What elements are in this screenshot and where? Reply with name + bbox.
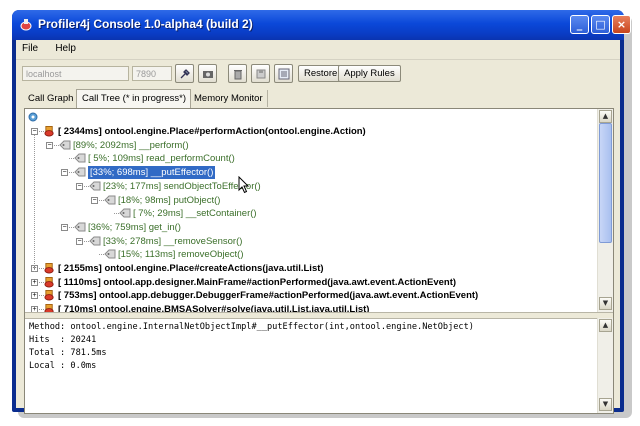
tree-row[interactable]: [33%; 278ms] __removeSensor() [103,235,242,248]
refresh-icon[interactable] [28,112,38,122]
scroll-up-icon[interactable]: ▲ [599,110,612,123]
plug-icon [180,69,190,79]
tree-row[interactable]: [15%; 113ms] removeObject() [118,248,243,261]
connect-button[interactable] [175,64,194,83]
expand-toggle-icon[interactable]: − [61,169,68,177]
tag-icon [74,153,86,163]
mouse-cursor-icon [238,176,250,194]
tree-root-row[interactable]: [ 710ms] ontool.engine.BMSASolver#solve(… [58,303,369,312]
tree-row[interactable]: [ 7%; 29ms] __setContainer() [133,207,257,220]
tree-scroll-thumb[interactable] [599,123,612,243]
tree-connector [34,135,35,272]
title-bar[interactable]: Profiler4j Console 1.0-alpha4 (build 2) … [12,10,631,40]
detail-hits: Hits : 20241 [29,335,97,345]
tab-memory-monitor[interactable]: Memory Monitor [189,90,268,107]
menu-bar: File Help [16,40,620,60]
port-input[interactable]: 7890 [132,66,172,81]
tree-root-row[interactable]: [ 753ms] ontool.app.debugger.DebuggerFra… [58,289,478,302]
tree-row[interactable]: [ 5%; 109ms] read_performCount() [88,152,235,165]
tab-call-graph[interactable]: Call Graph [23,90,79,107]
toolbar: localhost 7890 Restore Apply Rules [21,64,621,84]
window-client: File Help localhost 7890 Restore Apply R… [16,40,621,414]
menu-help[interactable]: Help [55,40,76,54]
tree-row[interactable]: [18%; 98ms] putObject() [118,194,220,207]
root-method-icon [44,290,54,301]
tag-icon [74,167,86,177]
method-details: Method: ontool.engine.InternalNetObjectI… [25,318,598,413]
details-scrollbar[interactable]: ▲ ▼ [597,318,613,413]
expand-toggle-icon[interactable]: − [76,237,83,245]
list-icon [278,68,290,80]
tag-icon [89,181,101,191]
details-scroll-up-icon[interactable]: ▲ [599,319,612,332]
gc-button[interactable] [228,64,247,83]
root-method-icon [44,276,54,288]
tab-call-tree[interactable]: Call Tree (* in progress*) [76,89,192,108]
app-icon [20,19,32,31]
expand-toggle-icon[interactable]: − [91,196,98,204]
snapshot-button[interactable] [198,64,217,83]
tree-row[interactable]: [33%; 698ms] __putEffector() [88,166,216,180]
menu-file[interactable]: File [22,40,38,54]
maximize-button[interactable]: □ [591,15,610,34]
close-button[interactable]: × [612,15,631,34]
tree-row[interactable]: [89%; 2092ms] __perform() [73,139,189,152]
expand-toggle-icon[interactable]: − [31,128,38,135]
minimize-button[interactable]: _ [570,15,589,34]
host-input[interactable]: localhost [22,66,129,81]
trash-icon [234,70,242,80]
details-scroll-down-icon[interactable]: ▼ [599,398,612,411]
tree-root-row[interactable]: [ 1110ms] ontool.app.designer.MainFrame#… [58,276,456,289]
apply-rules-button[interactable]: Apply Rules [338,65,401,82]
tree-root-row[interactable]: [ 2155ms] ontool.engine.Place#createActi… [58,262,324,275]
expand-toggle-icon[interactable]: + [31,278,38,286]
root-method-icon [44,304,54,312]
tag-icon [59,140,71,150]
tree-root-row[interactable]: [ 2344ms] ontool.engine.Place#performAct… [58,125,366,138]
call-tree-panel: −[ 2344ms] ontool.engine.Place#performAc… [24,108,614,414]
tag-icon [74,222,86,232]
detail-method: Method: ontool.engine.InternalNetObjectI… [29,322,474,332]
tree-row[interactable]: [36%; 759ms] get_in() [88,221,181,234]
main-window: Profiler4j Console 1.0-alpha4 (build 2) … [12,10,631,414]
tag-icon [119,208,131,218]
tree-scrollbar[interactable]: ▲ ▼ [597,109,613,312]
camera-icon [203,71,213,78]
root-method-icon [44,263,54,274]
expand-toggle-icon[interactable]: − [46,141,53,149]
expand-toggle-icon[interactable]: − [76,182,83,190]
reset-button[interactable] [251,64,270,83]
detail-local: Local : 0.0ms [29,361,97,371]
call-tree: −[ 2344ms] ontool.engine.Place#performAc… [25,109,598,312]
disk-icon [256,69,266,79]
expand-toggle-icon[interactable]: − [61,223,68,231]
expand-toggle-icon[interactable]: + [31,292,38,300]
rules-button[interactable] [274,64,293,83]
scroll-down-icon[interactable]: ▼ [599,297,612,310]
restore-button[interactable]: Restore [298,65,344,82]
tag-icon [104,249,116,259]
window-title: Profiler4j Console 1.0-alpha4 (build 2) [38,17,253,31]
detail-total: Total : 781.5ms [29,348,107,358]
root-method-icon [44,126,54,137]
tag-icon [89,236,101,246]
tag-icon [104,195,116,204]
